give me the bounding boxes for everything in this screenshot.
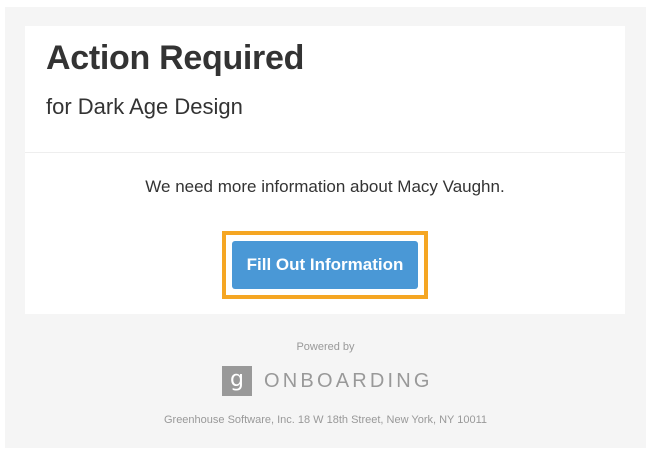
fill-out-information-button[interactable]: Fill Out Information: [232, 241, 418, 289]
onboarding-brand: g ONBOARDING: [222, 366, 433, 396]
footer-address: Greenhouse Software, Inc. 18 W 18th Stre…: [163, 414, 488, 426]
powered-by-label: Powered by: [296, 341, 355, 353]
page-title: Action Required: [46, 39, 305, 77]
email-background: Action Required for Dark Age Design We n…: [5, 7, 646, 448]
button-highlight: Fill Out Information: [222, 231, 428, 299]
email-header: Action Required for Dark Age Design: [25, 26, 625, 153]
email-card: Action Required for Dark Age Design We n…: [25, 26, 625, 314]
product-name: ONBOARDING: [264, 369, 433, 392]
company-subtitle: for Dark Age Design: [46, 94, 243, 119]
info-message: We need more information about Macy Vaug…: [145, 177, 505, 196]
greenhouse-logo-icon: g: [222, 366, 252, 396]
